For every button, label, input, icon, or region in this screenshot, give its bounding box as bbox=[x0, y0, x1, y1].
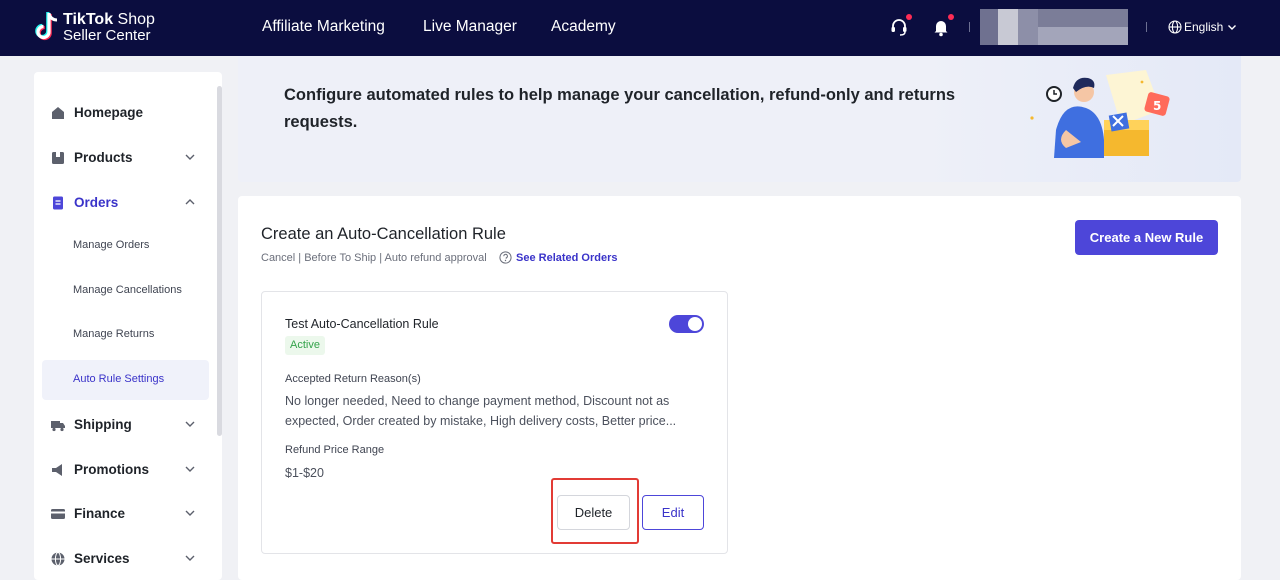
section-subtitle: Cancel | Before To Ship | Auto refund ap… bbox=[261, 252, 487, 264]
language-label: English bbox=[1184, 20, 1224, 34]
products-icon bbox=[52, 152, 64, 164]
sidebar-item-services[interactable]: Services bbox=[34, 538, 214, 578]
separator bbox=[969, 22, 970, 32]
customer-service-illustration: 5 bbox=[1030, 70, 1170, 158]
nav-academy[interactable]: Academy bbox=[551, 17, 616, 37]
nav-live-manager[interactable]: Live Manager bbox=[423, 17, 517, 37]
help-question-icon[interactable] bbox=[499, 251, 512, 264]
brand-line-2: Seller Center bbox=[63, 27, 151, 44]
account-avatar-blurred[interactable] bbox=[980, 9, 1128, 45]
sidebar-item-orders[interactable]: Orders bbox=[34, 182, 214, 222]
chevron-down-icon bbox=[185, 421, 195, 427]
edit-button[interactable]: Edit bbox=[642, 495, 704, 530]
see-related-orders-link[interactable]: See Related Orders bbox=[516, 250, 618, 266]
sidebar-item-homepage[interactable]: Homepage bbox=[34, 92, 214, 132]
sidebar-item-shipping[interactable]: Shipping bbox=[34, 404, 214, 444]
brand-line-1: TikTok Shop bbox=[63, 11, 155, 28]
sidebar-item-label: Promotions bbox=[74, 462, 150, 477]
tiktok-logo-icon bbox=[35, 12, 58, 41]
reasons-label: Accepted Return Reason(s) bbox=[285, 373, 421, 385]
truck-icon bbox=[51, 421, 65, 432]
notification-bell-icon[interactable] bbox=[930, 14, 954, 38]
sidebar-item-label: Finance bbox=[74, 506, 126, 521]
section-title: Create an Auto-Cancellation Rule bbox=[261, 225, 506, 243]
globe-icon bbox=[1168, 20, 1182, 34]
chevron-down-icon bbox=[185, 510, 195, 516]
sidebar-item-label: Shipping bbox=[74, 417, 132, 432]
separator bbox=[1146, 22, 1147, 32]
sidebar-item-promotions[interactable]: Promotions bbox=[34, 449, 214, 489]
sidebar-item-products[interactable]: Products bbox=[34, 137, 214, 177]
megaphone-icon bbox=[52, 464, 62, 476]
delete-button[interactable]: Delete bbox=[557, 495, 630, 530]
reasons-text: No longer needed, Need to change payment… bbox=[285, 394, 677, 428]
top-navigation-bar: TikTok Shop Seller Center Affiliate Mark… bbox=[0, 0, 1280, 56]
banner-text: Configure automated rules to help manage… bbox=[284, 86, 956, 131]
orders-icon bbox=[53, 196, 63, 210]
sidebar-scrollbar[interactable] bbox=[217, 86, 222, 436]
support-headset-icon[interactable] bbox=[888, 14, 912, 38]
sidebar-subitem-manage-orders[interactable]: Manage Orders bbox=[42, 226, 209, 266]
sidebar-subitem-auto-rule-settings[interactable]: Auto Rule Settings bbox=[42, 360, 209, 400]
globe-icon bbox=[51, 552, 65, 566]
price-range-value: $1-$20 bbox=[285, 466, 324, 480]
svg-text:5: 5 bbox=[1153, 99, 1161, 113]
price-range-label: Refund Price Range bbox=[285, 444, 385, 456]
sidebar-item-label: Services bbox=[74, 551, 130, 566]
nav-affiliate-marketing[interactable]: Affiliate Marketing bbox=[262, 17, 385, 37]
sidebar-subitem-manage-cancellations[interactable]: Manage Cancellations bbox=[42, 271, 209, 311]
chevron-down-icon bbox=[185, 154, 195, 160]
sidebar: Homepage Products Orders Manage Orders M… bbox=[34, 72, 222, 580]
sidebar-item-label: Orders bbox=[74, 195, 119, 210]
card-icon bbox=[51, 509, 65, 519]
status-badge: Active bbox=[285, 336, 325, 355]
rule-name: Test Auto-Cancellation Rule bbox=[285, 317, 439, 331]
home-icon bbox=[52, 107, 64, 119]
chevron-down-icon bbox=[1228, 25, 1236, 30]
sidebar-item-label: Products bbox=[74, 150, 133, 165]
toggle-knob bbox=[688, 317, 702, 331]
create-new-rule-button[interactable]: Create a New Rule bbox=[1075, 220, 1218, 255]
chevron-down-icon bbox=[185, 466, 195, 472]
sidebar-item-label: Homepage bbox=[74, 105, 144, 120]
chevron-down-icon bbox=[185, 555, 195, 561]
sidebar-subitem-manage-returns[interactable]: Manage Returns bbox=[42, 315, 209, 355]
chevron-up-icon bbox=[185, 199, 195, 205]
tiktok-shop-logo[interactable]: TikTok Shop Seller Center bbox=[32, 11, 172, 45]
sidebar-item-finance[interactable]: Finance bbox=[34, 493, 214, 533]
rule-enabled-toggle[interactable] bbox=[669, 315, 704, 333]
